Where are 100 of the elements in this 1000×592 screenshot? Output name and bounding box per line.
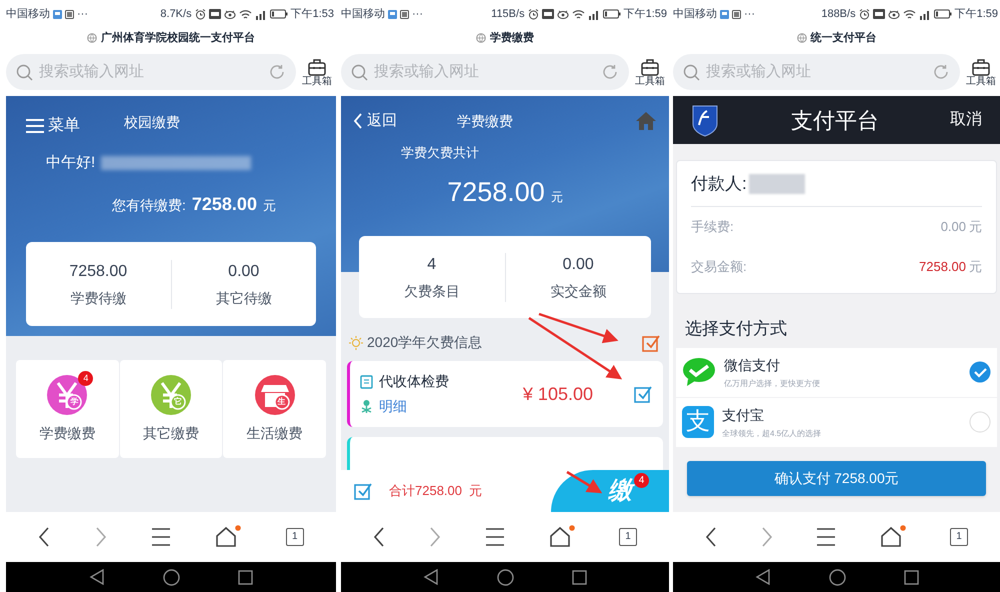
recent-apps-icon[interactable]: [238, 570, 253, 584]
alarm-icon: [194, 8, 206, 20]
back-icon[interactable]: [38, 527, 50, 547]
wifi-icon: [902, 8, 916, 20]
network-speed: 188B/s: [821, 6, 856, 22]
fee-name: 代收体检费: [379, 372, 449, 391]
section-title: 2020学年欠费信息: [367, 333, 482, 352]
eye-icon: [888, 9, 900, 19]
toolbox-button[interactable]: 工具箱: [635, 58, 665, 86]
address-field[interactable]: 搜索或输入网址: [706, 60, 926, 84]
detail-value: 7258.00: [919, 258, 966, 276]
address-field[interactable]: 搜索或输入网址: [374, 60, 595, 84]
total-label: 学费欠费共计: [401, 144, 480, 162]
address-bar[interactable]: 搜索或输入网址: [341, 54, 629, 90]
chevron-left-icon: [353, 113, 363, 130]
wifi-icon: [572, 8, 585, 20]
payment-category-tile[interactable]: 学 4 学费缴费: [16, 360, 119, 458]
alarm-icon: [858, 8, 870, 20]
toolbox-icon: [640, 58, 660, 76]
page-title: 广州体育学院校园统一支付平台: [101, 30, 255, 46]
eye-icon: [556, 9, 569, 19]
screen-title: 支付平台: [791, 106, 879, 134]
hd-icon: [542, 9, 554, 19]
stat-label: 欠费条目: [404, 282, 460, 300]
address-field[interactable]: 搜索或输入网址: [39, 60, 262, 84]
home-icon[interactable]: [497, 568, 514, 586]
figure-icon: [360, 399, 373, 414]
overflow-dots: ···: [744, 6, 755, 22]
menu-icon[interactable]: [485, 528, 505, 546]
toolbox-button[interactable]: 工具箱: [302, 58, 332, 86]
clock-time: 下午1:59: [954, 6, 998, 22]
detail-value: 0.00: [940, 218, 966, 236]
checkbox[interactable]: [633, 384, 653, 404]
overflow-dots: ···: [412, 6, 423, 22]
radio-button[interactable]: [969, 361, 991, 383]
currency-unit: 元: [969, 258, 982, 276]
stat-label: 其它待缴: [216, 288, 272, 308]
radio-button[interactable]: [969, 411, 991, 433]
alarm-icon: [528, 8, 539, 20]
redacted-name: [748, 174, 805, 194]
recent-apps-icon[interactable]: [904, 570, 918, 584]
screen-title: 校园缴费: [124, 112, 180, 132]
menu-icon[interactable]: [816, 528, 836, 546]
stat-value: 0.00: [228, 262, 260, 282]
details-link[interactable]: 明细: [379, 396, 407, 417]
tabs-button[interactable]: 1: [619, 528, 637, 546]
shield-logo-icon: [691, 103, 719, 137]
battery-icon: [934, 9, 952, 19]
total-sum: 合计7258.00 元: [389, 482, 482, 500]
tabs-button[interactable]: 1: [950, 528, 968, 546]
back-icon[interactable]: [754, 569, 770, 585]
back-icon[interactable]: [89, 569, 105, 585]
globe-icon: [476, 33, 486, 43]
cancel-button[interactable]: 取消: [950, 108, 982, 132]
clock-time: 下午1:53: [290, 6, 334, 22]
menu-icon: [26, 119, 44, 133]
payment-category-tile[interactable]: 生 生活缴费: [223, 360, 326, 458]
signal-icon: [918, 8, 931, 20]
back-icon[interactable]: [373, 527, 385, 547]
home-icon[interactable]: [215, 525, 242, 549]
checkbox[interactable]: [353, 481, 373, 501]
overflow-dots: ···: [77, 6, 88, 22]
back-icon[interactable]: [423, 569, 439, 585]
stat-label: 学费待缴: [70, 288, 126, 308]
alipay-logo-icon: 支: [682, 406, 714, 438]
confirm-payment-button[interactable]: 确认支付 7258.00元: [687, 460, 986, 496]
hd-icon: [872, 9, 885, 19]
payment-category-tile[interactable]: 它 其它缴费: [120, 360, 222, 458]
currency-unit: 元: [969, 218, 982, 236]
recent-apps-icon[interactable]: [572, 570, 587, 584]
toolbox-icon: [971, 58, 991, 76]
home-icon[interactable]: [828, 568, 846, 586]
payment-method-option[interactable]: 微信支付 亿万用户选择，更快更方便: [676, 348, 997, 396]
menu-icon[interactable]: [150, 528, 171, 546]
address-bar[interactable]: 搜索或输入网址: [673, 54, 960, 90]
pay-button[interactable]: 缴 4: [551, 470, 669, 512]
checkbox[interactable]: [641, 332, 661, 352]
currency-unit: 元: [550, 189, 563, 206]
tabs-button[interactable]: 1: [286, 528, 304, 546]
back-button[interactable]: 返回: [353, 110, 397, 132]
search-icon: [16, 64, 33, 80]
address-bar[interactable]: 搜索或输入网址: [6, 54, 296, 90]
screen-title: 学费缴费: [457, 112, 513, 131]
home-icon[interactable]: [880, 525, 906, 549]
eye-icon: [224, 9, 236, 19]
due-amount: 7258.00: [192, 192, 257, 216]
carrier-name: 中国移动: [673, 6, 717, 22]
clipboard-icon: [360, 374, 373, 389]
toolbox-button[interactable]: 工具箱: [966, 58, 996, 86]
back-icon[interactable]: [704, 527, 717, 547]
home-icon[interactable]: [549, 525, 575, 549]
icon-mark-text: 它: [173, 396, 183, 408]
greeting-text: 中午好!: [46, 153, 96, 173]
home-icon[interactable]: [163, 568, 180, 586]
notification-icon: [388, 10, 397, 18]
icon-mark-text: 生: [276, 396, 287, 408]
signal-icon: [588, 8, 600, 20]
menu-button[interactable]: 菜单: [26, 114, 80, 138]
wifi-icon: [238, 8, 252, 20]
method-description: 亿万用户选择，更快更方便: [724, 378, 820, 390]
